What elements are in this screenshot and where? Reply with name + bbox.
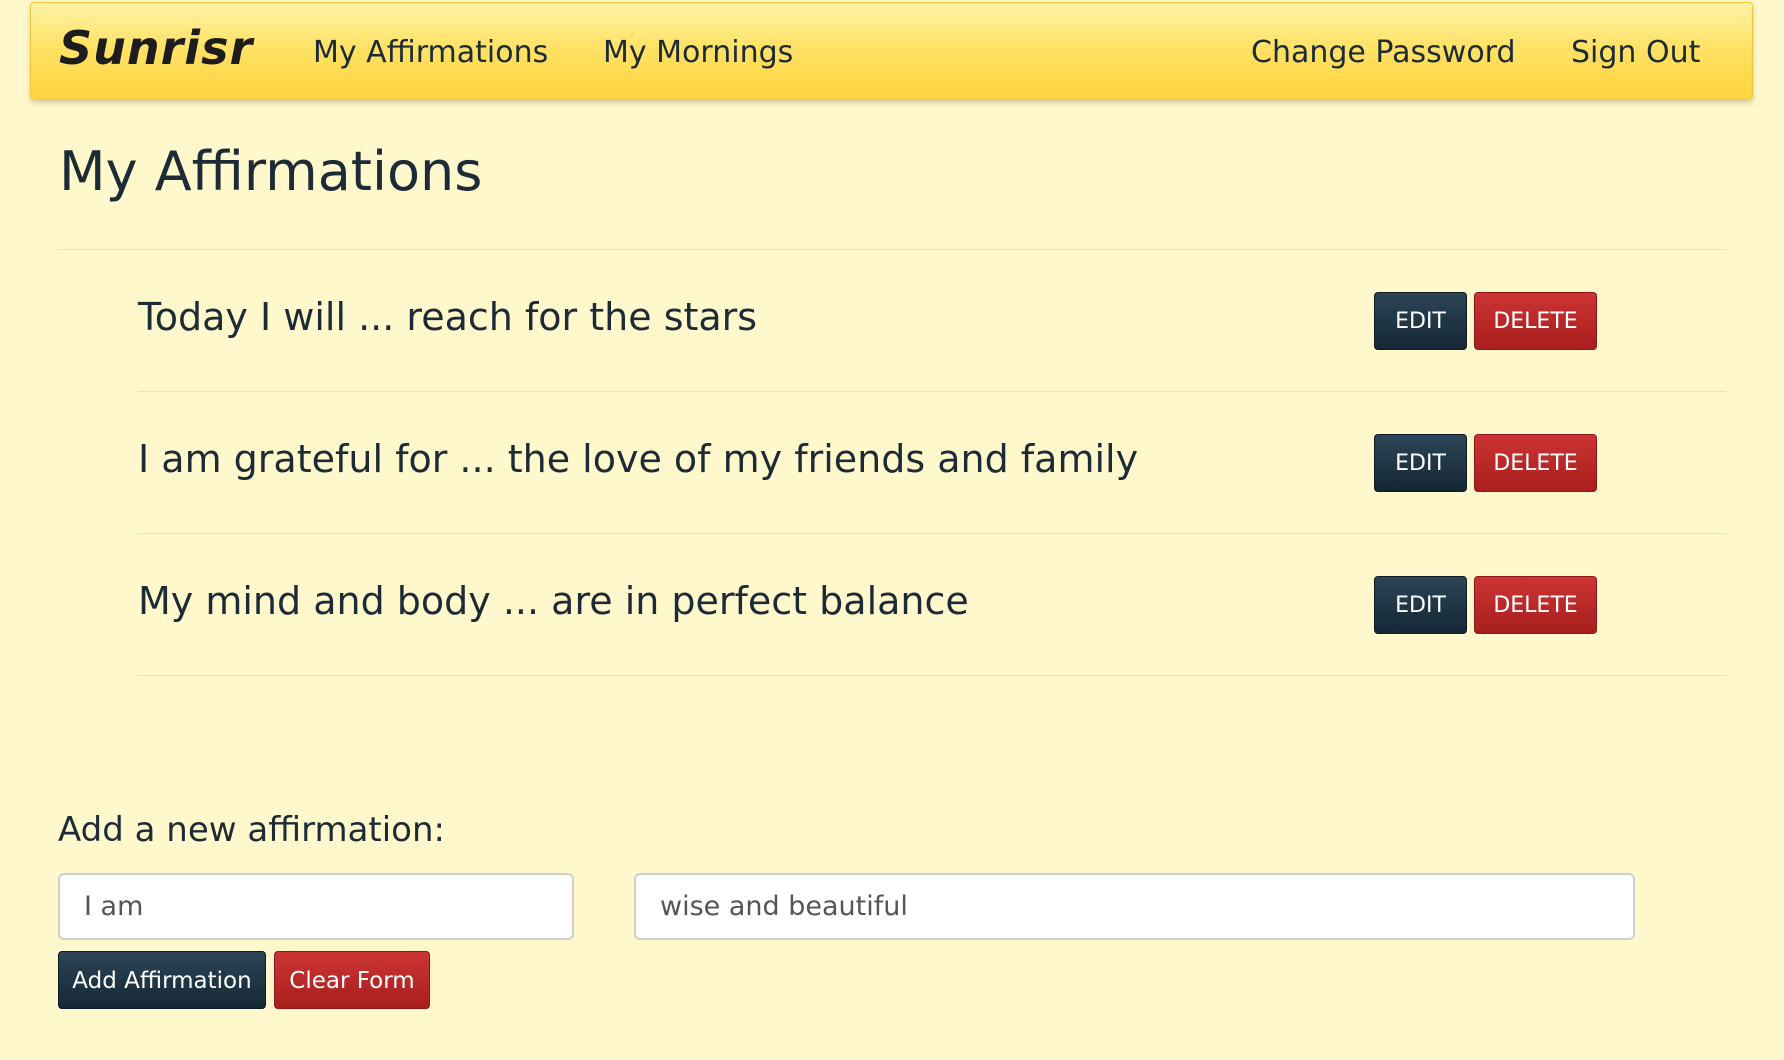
affirmation-prefix-input[interactable] <box>58 873 574 940</box>
nav-my-affirmations[interactable]: My Affirmations <box>313 35 548 70</box>
navbar: Sunrisr My Affirmations My Mornings Chan… <box>30 2 1753 100</box>
add-affirmation-label: Add a new affirmation: <box>58 810 445 850</box>
affirmation-row: I am grateful for ... the love of my fri… <box>138 392 1726 534</box>
brand-logo[interactable]: Sunrisr <box>59 21 253 75</box>
edit-button[interactable]: EDIT <box>1374 292 1467 350</box>
clear-form-button[interactable]: Clear Form <box>274 951 430 1009</box>
affirmation-row: Today I will ... reach for the stars EDI… <box>138 250 1726 392</box>
delete-button[interactable]: DELETE <box>1474 576 1597 634</box>
add-affirmation-button[interactable]: Add Affirmation <box>58 951 266 1009</box>
affirmation-body-input[interactable] <box>634 873 1635 940</box>
delete-button[interactable]: DELETE <box>1474 434 1597 492</box>
affirmation-text: My mind and body ... are in perfect bala… <box>138 579 969 623</box>
nav-change-password[interactable]: Change Password <box>1251 35 1516 70</box>
nav-sign-out[interactable]: Sign Out <box>1571 35 1700 70</box>
affirmation-text: Today I will ... reach for the stars <box>138 295 758 339</box>
affirmation-row: My mind and body ... are in perfect bala… <box>138 534 1726 676</box>
nav-my-mornings[interactable]: My Mornings <box>603 35 793 70</box>
delete-button[interactable]: DELETE <box>1474 292 1597 350</box>
edit-button[interactable]: EDIT <box>1374 434 1467 492</box>
affirmation-text: I am grateful for ... the love of my fri… <box>138 437 1139 481</box>
edit-button[interactable]: EDIT <box>1374 576 1467 634</box>
page-title: My Affirmations <box>59 140 483 203</box>
